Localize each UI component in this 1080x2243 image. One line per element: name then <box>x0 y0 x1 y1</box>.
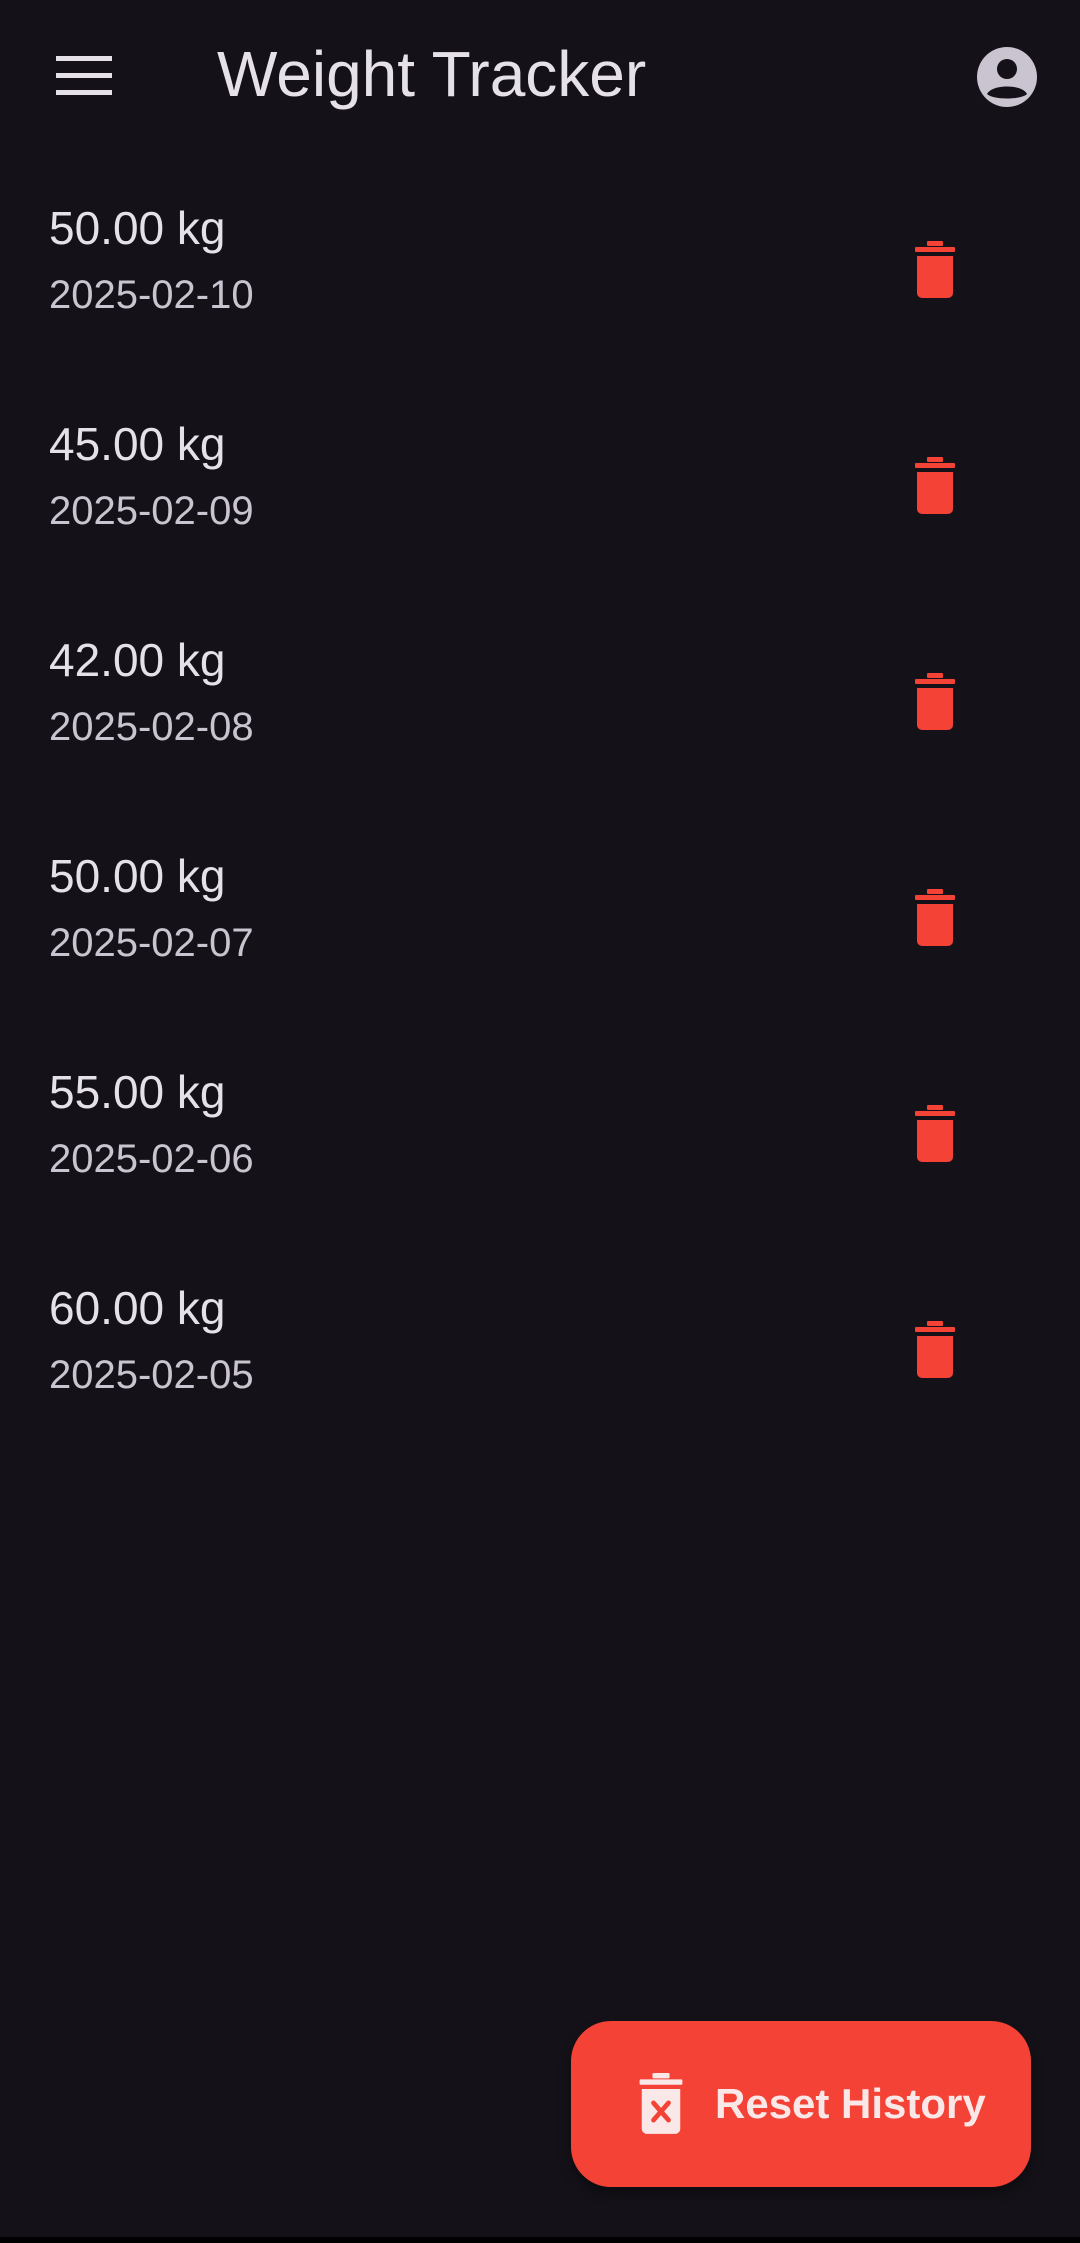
top-app-bar: Weight Tracker <box>0 0 1080 150</box>
entry-date: 2025-02-10 <box>49 273 254 317</box>
entry-date: 2025-02-06 <box>49 1137 254 1181</box>
trash-icon <box>915 457 955 514</box>
trash-icon <box>915 1321 955 1378</box>
delete-forever-icon <box>639 2073 683 2134</box>
delete-entry-button[interactable] <box>885 1300 985 1400</box>
reset-history-button[interactable]: Reset History <box>571 2021 1031 2187</box>
entry-date: 2025-02-08 <box>49 705 254 749</box>
weight-value: 45.00 kg <box>49 418 226 470</box>
weight-value: 42.00 kg <box>49 634 226 686</box>
reset-history-label: Reset History <box>715 2080 986 2127</box>
trash-icon <box>915 673 955 730</box>
page-title: Weight Tracker <box>217 38 647 110</box>
list-item: 55.00 kg 2025-02-06 <box>0 1044 1080 1260</box>
entry-date: 2025-02-05 <box>49 1353 254 1397</box>
weight-value: 60.00 kg <box>49 1282 226 1334</box>
list-item: 50.00 kg 2025-02-07 <box>0 828 1080 1044</box>
menu-button[interactable] <box>44 44 124 108</box>
delete-entry-button[interactable] <box>885 220 985 320</box>
delete-entry-button[interactable] <box>885 868 985 968</box>
delete-entry-button[interactable] <box>885 1084 985 1184</box>
list-item: 50.00 kg 2025-02-10 <box>0 180 1080 396</box>
trash-icon <box>915 889 955 946</box>
list-item: 45.00 kg 2025-02-09 <box>0 396 1080 612</box>
delete-entry-button[interactable] <box>885 436 985 536</box>
trash-icon <box>915 241 955 298</box>
delete-entry-button[interactable] <box>885 652 985 752</box>
list-item: 60.00 kg 2025-02-05 <box>0 1260 1080 1476</box>
weight-value: 50.00 kg <box>49 202 226 254</box>
entry-date: 2025-02-07 <box>49 921 254 965</box>
list-item: 42.00 kg 2025-02-08 <box>0 612 1080 828</box>
system-nav-bar <box>0 2237 1080 2243</box>
app-screen: Weight Tracker 50.00 kg 2025-02-10 45.00… <box>0 0 1080 2243</box>
account-button[interactable] <box>972 42 1042 112</box>
trash-icon <box>915 1105 955 1162</box>
account-circle-icon <box>977 47 1037 107</box>
weight-value: 50.00 kg <box>49 850 226 902</box>
entry-date: 2025-02-09 <box>49 489 254 533</box>
hamburger-menu-icon <box>56 56 112 95</box>
weight-value: 55.00 kg <box>49 1066 226 1118</box>
